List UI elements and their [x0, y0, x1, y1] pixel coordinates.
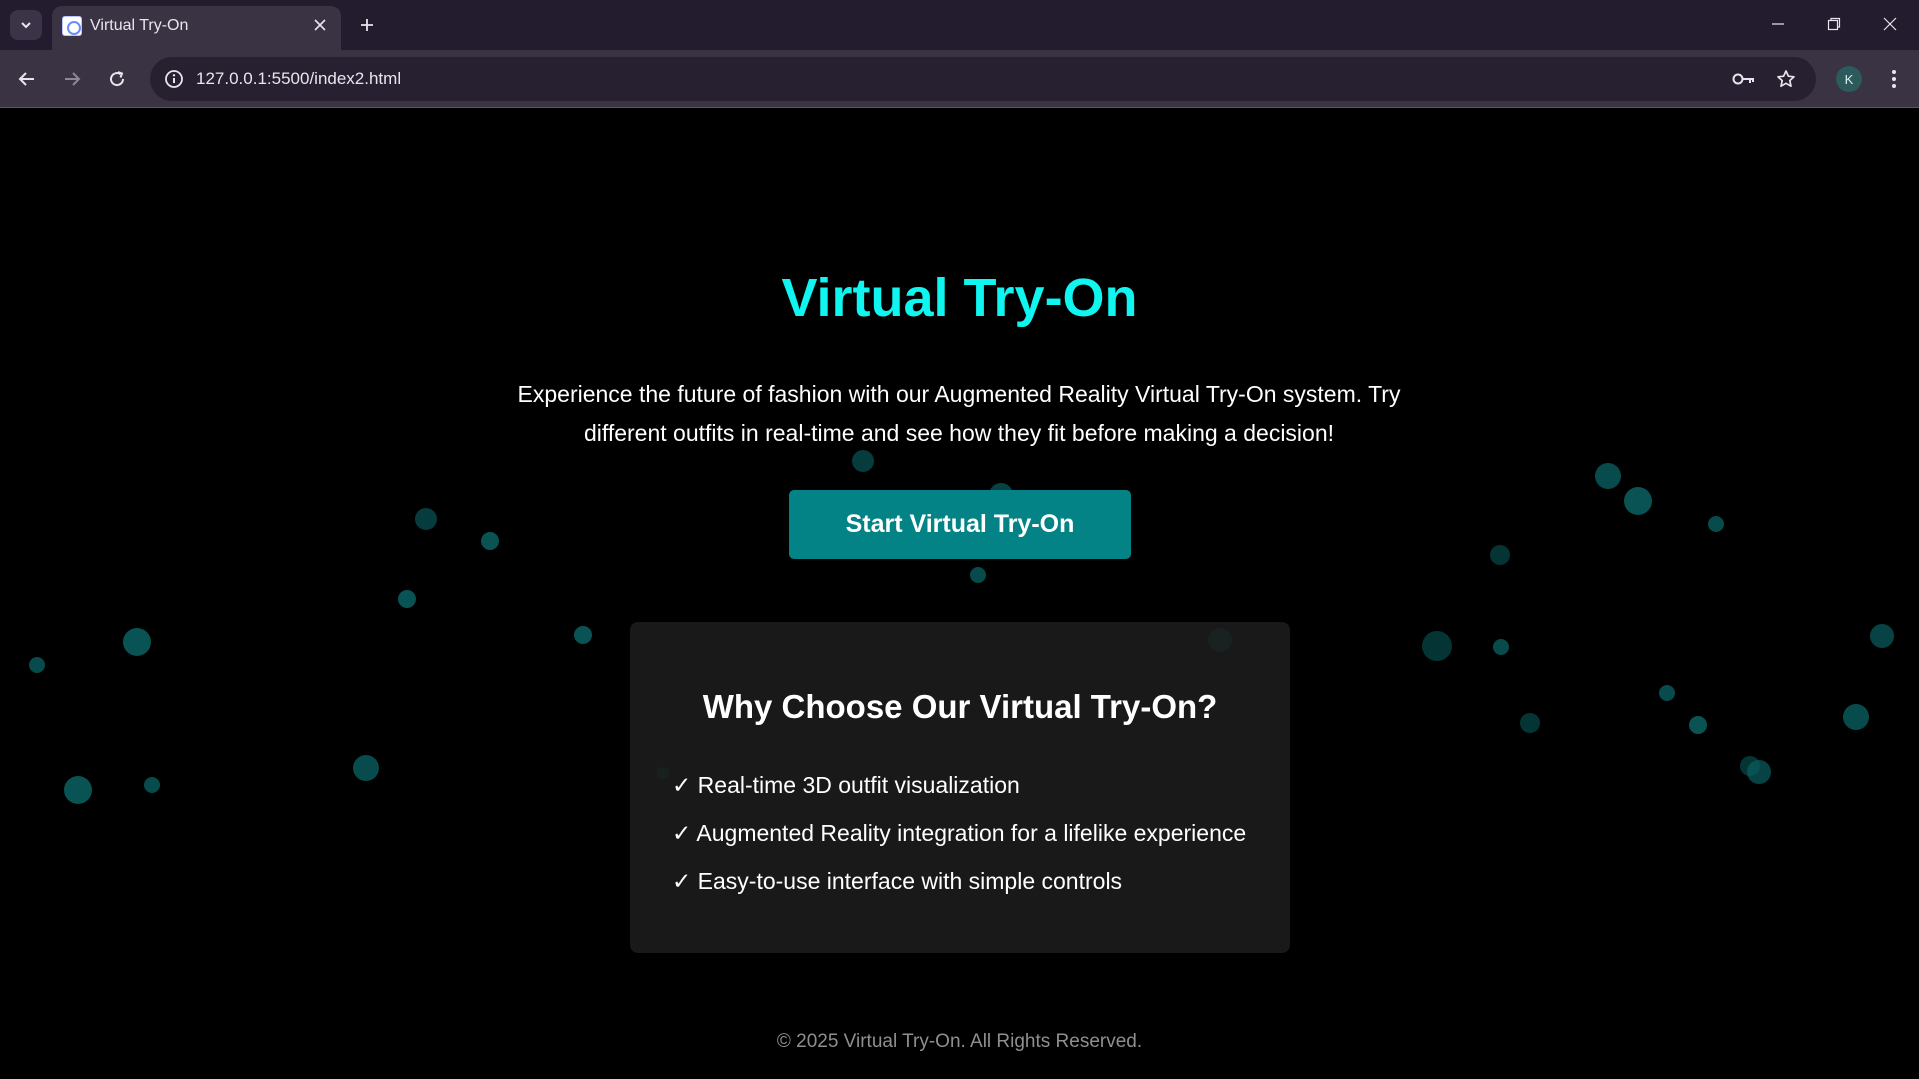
feature-item: ✓ Augmented Reality integration for a li…	[672, 820, 1247, 846]
particle-dot	[574, 626, 592, 644]
particle-dot	[1659, 685, 1675, 701]
particle-dot	[64, 776, 92, 804]
favicon-icon	[62, 16, 82, 36]
features-title: Why Choose Our Virtual Try-On?	[702, 688, 1218, 725]
particle-dot	[144, 777, 160, 793]
url-text[interactable]: 127.0.0.1:5500/index2.html	[196, 69, 401, 89]
minimize-button[interactable]	[1755, 4, 1801, 44]
particle-dot	[852, 450, 874, 472]
back-button[interactable]	[11, 63, 43, 95]
profile-avatar[interactable]: K	[1836, 66, 1862, 92]
chevron-down-icon	[21, 22, 31, 29]
feature-item: ✓ Real-time 3D outfit visualization	[672, 772, 1020, 798]
browser-tab-strip: Virtual Try-On	[0, 0, 1919, 50]
bookmark-button[interactable]	[1772, 65, 1800, 93]
star-icon	[1777, 70, 1795, 88]
particle-dot	[481, 532, 499, 550]
particle-dot	[1870, 624, 1894, 648]
particle-dot	[1708, 516, 1724, 532]
features-list: ✓ Real-time 3D outfit visualization ✓ Au…	[672, 770, 1246, 914]
particle-dot	[353, 755, 379, 781]
particle-dot	[1747, 760, 1771, 784]
particle-dot	[1422, 631, 1452, 661]
particle-dot	[123, 628, 151, 656]
start-try-on-button[interactable]: Start Virtual Try-On	[789, 490, 1131, 559]
restore-button[interactable]	[1811, 4, 1857, 44]
page-title: Virtual Try-On	[781, 268, 1138, 328]
tab-search-button[interactable]	[10, 10, 42, 40]
particle-dot	[415, 508, 437, 530]
arrow-right-icon	[65, 72, 81, 86]
particle-dot	[1490, 545, 1510, 565]
minimize-icon	[1772, 23, 1784, 25]
hero-description: Experience the future of fashion with ou…	[517, 381, 1401, 446]
restore-icon	[1827, 17, 1841, 31]
more-vertical-icon	[1892, 70, 1896, 88]
particle-dot	[1624, 487, 1652, 515]
info-icon	[165, 70, 183, 88]
key-icon	[1732, 73, 1754, 85]
forward-button[interactable]	[56, 63, 88, 95]
particle-dot	[1493, 639, 1509, 655]
feature-item: ✓ Easy-to-use interface with simple cont…	[672, 868, 1123, 894]
new-tab-button[interactable]	[352, 10, 382, 40]
password-key-button[interactable]	[1730, 65, 1758, 93]
close-window-button[interactable]	[1867, 4, 1913, 44]
footer-copyright: © 2025 Virtual Try-On. All Rights Reserv…	[776, 1031, 1143, 1052]
close-icon	[314, 19, 326, 31]
tab-title: Virtual Try-On	[90, 17, 189, 34]
particle-dot	[1520, 713, 1540, 733]
browser-toolbar: 127.0.0.1:5500/index2.html K	[0, 50, 1919, 108]
browser-tab[interactable]: Virtual Try-On	[52, 6, 341, 50]
particle-dot	[29, 657, 45, 673]
tab-close-button[interactable]	[309, 14, 331, 36]
close-icon	[1883, 17, 1897, 31]
particle-dot	[1595, 463, 1621, 489]
page-viewport: Virtual Try-On Experience the future of …	[0, 109, 1919, 1079]
particle-dot	[970, 567, 986, 583]
particle-dot	[1843, 704, 1869, 730]
plus-icon	[361, 19, 373, 31]
particle-dot	[1689, 716, 1707, 734]
reload-button[interactable]	[101, 63, 133, 95]
reload-icon	[110, 71, 125, 87]
browser-menu-button[interactable]	[1880, 63, 1908, 95]
site-info-button[interactable]	[160, 65, 188, 93]
particle-dot	[398, 590, 416, 608]
arrow-left-icon	[18, 72, 34, 86]
address-bar[interactable]: 127.0.0.1:5500/index2.html	[150, 57, 1816, 101]
features-card: Why Choose Our Virtual Try-On? ✓ Real-ti…	[630, 622, 1290, 953]
